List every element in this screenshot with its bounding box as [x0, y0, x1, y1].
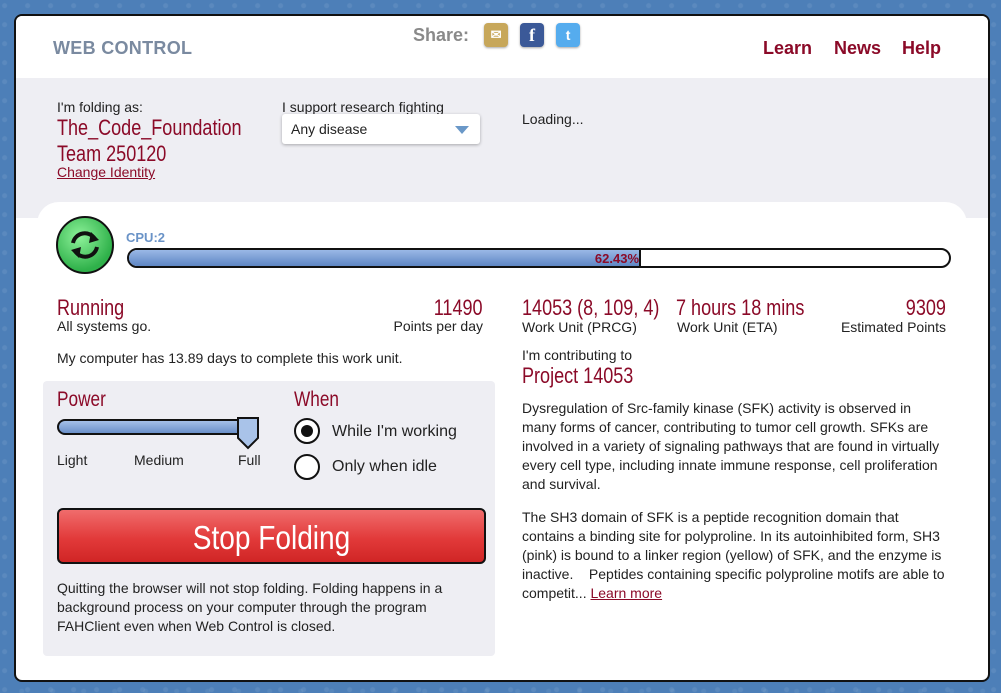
- cpu-slot-label: CPU:2: [126, 230, 166, 245]
- learn-more-link[interactable]: Learn more: [590, 585, 662, 601]
- change-identity-link[interactable]: Change Identity: [57, 164, 155, 180]
- only-when-idle-label[interactable]: Only when idle: [332, 458, 437, 476]
- facebook-icon[interactable]: f: [520, 23, 545, 47]
- refresh-icon[interactable]: [56, 216, 114, 274]
- estimated-points-value: 9309: [905, 295, 946, 320]
- cause-select[interactable]: Any disease: [282, 114, 480, 144]
- user-name: The_Code_Foundation: [57, 115, 242, 140]
- radio-while-working[interactable]: [294, 418, 320, 444]
- description-line: involved in a variety of signaling pathw…: [522, 438, 940, 454]
- description-line: (pink) is bound to a linker region (yell…: [522, 547, 942, 563]
- contributing-label: I'm contributing to: [522, 347, 633, 363]
- mail-icon[interactable]: ✉: [484, 23, 509, 47]
- cause-select-value: Any disease: [291, 121, 368, 137]
- progress-percent: 62.43%: [594, 251, 640, 266]
- stop-folding-label: Stop Folding: [192, 519, 351, 556]
- power-slider-thumb[interactable]: [236, 416, 260, 450]
- power-title: Power: [57, 388, 106, 411]
- description-line: The SH3 domain of SFK is a peptide recog…: [522, 509, 899, 525]
- description-last-line: competit... Learn more: [522, 584, 945, 603]
- quit-note: Quitting the browser will not stop foldi…: [57, 579, 442, 636]
- description-tail: competit...: [522, 585, 587, 601]
- progress-bar-fill: [129, 250, 641, 266]
- nav-learn[interactable]: Learn: [763, 38, 812, 59]
- when-title: When: [294, 388, 339, 411]
- work-unit-eta-value: 7 hours 18 mins: [676, 295, 805, 320]
- project-description-2: The SH3 domain of SFK is a peptide recog…: [522, 508, 945, 603]
- folding-as-label: I'm folding as:: [57, 99, 143, 115]
- project-title: Project 14053: [522, 363, 634, 388]
- twitter-icon[interactable]: t: [556, 23, 581, 47]
- slot-card: [37, 202, 967, 282]
- share-label: Share:: [413, 24, 470, 45]
- while-working-label[interactable]: While I'm working: [332, 423, 457, 441]
- brand-title: WEB CONTROL: [53, 38, 193, 58]
- progress-bar: 62.43%: [127, 248, 951, 268]
- work-unit-prcg-value: 14053 (8, 109, 4): [522, 295, 660, 320]
- radio-selected-dot: [301, 425, 313, 437]
- stop-folding-button[interactable]: Stop Folding: [57, 508, 486, 564]
- work-unit-eta-label: Work Unit (ETA): [677, 319, 778, 335]
- running-substatus: All systems go.: [57, 318, 152, 334]
- description-line: every cell type, including innate immune…: [522, 457, 938, 473]
- description-line: inactive. Peptides containing specific p…: [522, 566, 945, 582]
- power-slider[interactable]: [57, 419, 257, 435]
- loading-status: Loading...: [522, 111, 584, 127]
- chevron-down-icon: [455, 126, 469, 134]
- estimated-points-label: Estimated Points: [840, 319, 946, 335]
- quit-note-line: Quitting the browser will not stop foldi…: [57, 580, 443, 596]
- web-control-window: WEB CONTROL Share: ✉ f t Learn News Help…: [14, 14, 990, 682]
- points-per-day-label: Points per day: [393, 318, 484, 334]
- power-level-full: Full: [238, 452, 261, 468]
- radio-only-when-idle[interactable]: [294, 454, 320, 480]
- nav-news[interactable]: News: [834, 38, 881, 59]
- share-bar: Share: ✉ f t: [413, 23, 581, 47]
- quit-note-line: background process on your computer thro…: [57, 599, 427, 615]
- work-unit-prcg-label: Work Unit (PRCG): [522, 319, 637, 335]
- quit-note-line: FAHClient even when Web Control is close…: [57, 618, 336, 634]
- days-remaining-text: My computer has 13.89 days to complete t…: [57, 350, 403, 366]
- power-level-light: Light: [57, 452, 88, 468]
- project-description-1: Dysregulation of Src-family kinase (SFK)…: [522, 399, 939, 494]
- cause-label: I support research fighting: [282, 99, 444, 115]
- description-line: and survival.: [522, 476, 601, 492]
- power-level-medium: Medium: [134, 452, 184, 468]
- description-line: many forms of cancer, contributing to tu…: [522, 419, 929, 435]
- description-line: Dysregulation of Src-family kinase (SFK)…: [522, 400, 912, 416]
- nav-help[interactable]: Help: [902, 38, 941, 59]
- description-line: contains a binding site for polyproline.…: [522, 528, 940, 544]
- top-bar: WEB CONTROL Share: ✉ f t Learn News Help: [16, 16, 988, 78]
